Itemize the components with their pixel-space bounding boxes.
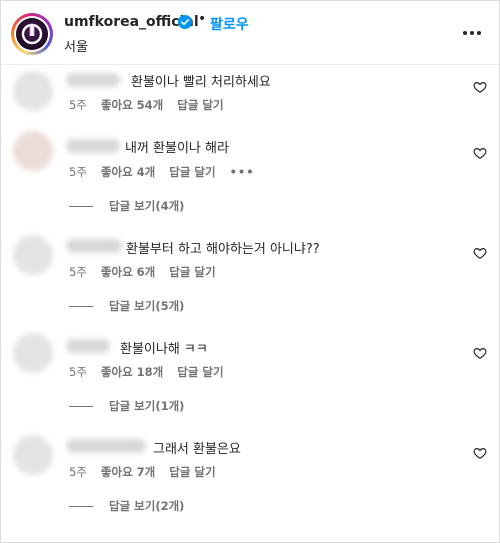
commenter-name-blurred[interactable] [66,439,146,453]
umf-logo-icon [16,18,48,50]
comment-likes[interactable]: 좋아요 54개 [101,98,163,112]
location-label[interactable]: 서울 [64,36,88,55]
view-replies-button[interactable]: 답글 보기(1개) [69,398,184,414]
heart-icon[interactable] [473,80,487,94]
verified-badge-icon [178,15,192,29]
comment-likes[interactable]: 좋아요 18개 [101,365,163,379]
heart-icon[interactable] [473,346,487,360]
post-panel: umfkorea_official • 팔로우 서울 환불이나 빨리 처리하세요… [0,0,500,543]
reply-button[interactable]: 답글 달기 [169,265,215,279]
comment-meta: 5주 좋아요 18개 답글 달기 [69,364,238,380]
commenter-avatar[interactable] [13,71,53,111]
comment-more-icon[interactable]: ••• [230,165,255,179]
comment-text: 환불이나해 ㅋㅋ [120,342,208,357]
commenter-avatar[interactable] [13,435,53,475]
view-replies-label: 답글 보기(4개) [109,199,185,213]
comment-text: 그래서 환불은요 [153,442,241,457]
commenter-name-blurred[interactable] [66,339,110,353]
reply-divider-line [69,206,93,207]
comment-time[interactable]: 5주 [69,465,87,479]
comment-meta: 5주 좋아요 7개 답글 달기 [69,464,230,480]
comment-meta: 5주 좋아요 4개 답글 달기 ••• [69,164,269,180]
comment-meta: 5주 좋아요 6개 답글 달기 [69,264,230,280]
avatar-border [14,16,50,52]
post-header: umfkorea_official • 팔로우 서울 [1,1,499,65]
commenter-avatar[interactable] [13,131,53,171]
comment-text: 환불이나 빨리 처리하세요 [131,75,271,90]
view-replies-label: 답글 보기(5개) [109,299,185,313]
reply-button[interactable]: 답글 달기 [169,465,215,479]
view-replies-button[interactable]: 답글 보기(2개) [69,498,184,514]
reply-divider-line [69,506,93,507]
commenter-name-blurred[interactable] [66,73,120,87]
comment-time[interactable]: 5주 [69,165,87,179]
comment-likes[interactable]: 좋아요 7개 [101,465,155,479]
view-replies-label: 답글 보기(2개) [109,499,185,513]
commenter-avatar[interactable] [13,235,53,275]
profile-avatar[interactable] [11,13,53,55]
comment-time[interactable]: 5주 [69,98,87,112]
reply-button[interactable]: 답글 달기 [177,98,223,112]
comment-text: 환불부터 하고 해야하는거 아니냐?? [126,242,320,257]
commenter-name-blurred[interactable] [66,139,120,153]
separator-dot: • [198,11,207,27]
comment-time[interactable]: 5주 [69,365,87,379]
comment-time[interactable]: 5주 [69,265,87,279]
comment-likes[interactable]: 좋아요 4개 [101,165,155,179]
reply-button[interactable]: 답글 달기 [169,165,215,179]
commenter-avatar[interactable] [13,333,53,373]
reply-divider-line [69,306,93,307]
heart-icon[interactable] [473,246,487,260]
follow-button[interactable]: 팔로우 [210,14,249,34]
more-options-icon[interactable] [461,23,483,43]
comment-text: 내꺼 환불이나 해라 [125,141,229,156]
view-replies-label: 답글 보기(1개) [109,399,185,413]
comment-likes[interactable]: 좋아요 6개 [101,265,155,279]
heart-icon[interactable] [473,446,487,460]
comment-meta: 5주 좋아요 54개 답글 달기 [69,97,238,113]
view-replies-button[interactable]: 답글 보기(5개) [69,298,184,314]
umf-logo-mark [21,23,43,45]
commenter-name-blurred[interactable] [66,239,122,253]
heart-icon[interactable] [473,146,487,160]
view-replies-button[interactable]: 답글 보기(4개) [69,198,184,214]
reply-divider-line [69,406,93,407]
reply-button[interactable]: 답글 달기 [177,365,223,379]
